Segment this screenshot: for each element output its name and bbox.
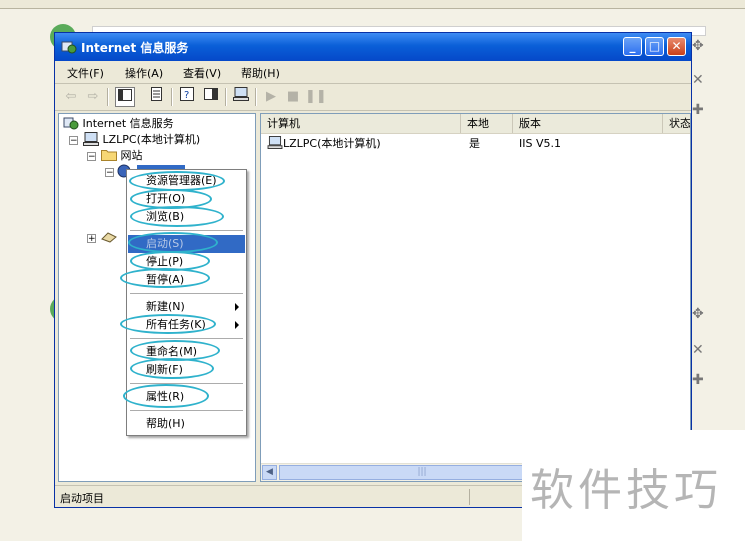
scroll-left-icon[interactable]: ◀: [262, 465, 277, 480]
collapse-icon[interactable]: −: [69, 136, 78, 146]
tree-root-label: Internet 信息服务: [82, 117, 174, 130]
show-tree-icon[interactable]: [115, 87, 135, 107]
row-version-cell: IIS V5.1: [519, 137, 561, 150]
export-list-icon[interactable]: [147, 87, 167, 107]
menu-item-pause[interactable]: 暂停(A): [128, 271, 245, 289]
forward-arrow-icon[interactable]: ⇨: [83, 87, 103, 107]
submenu-arrow-icon: [235, 303, 239, 311]
plus-icon[interactable]: ✚: [692, 372, 704, 388]
list-header: 计算机 本地 版本 状态: [261, 114, 690, 134]
browser-bookmark-strip: [0, 0, 745, 9]
collapse-icon[interactable]: −: [105, 168, 114, 178]
title-bar[interactable]: Internet 信息服务 _ □ ✕: [55, 33, 691, 61]
menu-action[interactable]: 操作(A): [125, 65, 163, 81]
tree-item-smtp[interactable]: [101, 230, 117, 246]
row-computer-label: LZLPC(本地计算机): [283, 137, 381, 150]
menu-view[interactable]: 查看(V): [183, 65, 221, 81]
context-menu: 资源管理器(E) 打开(O) 浏览(B) 启动(S) 停止(P) 暂停(A) 新…: [126, 169, 247, 436]
move-handle-icon[interactable]: ✥: [692, 306, 704, 322]
column-header-local[interactable]: 本地: [461, 114, 513, 133]
watermark-text: 软件技巧: [530, 465, 722, 516]
back-arrow-icon[interactable]: ⇦: [61, 87, 81, 107]
console-view-icon[interactable]: [201, 87, 221, 107]
column-header-status[interactable]: 状态: [663, 114, 690, 133]
menu-item-open[interactable]: 打开(O): [128, 190, 245, 208]
maximize-icon: □: [648, 39, 661, 53]
menu-item-properties[interactable]: 属性(R): [128, 388, 245, 406]
close-button[interactable]: ✕: [667, 37, 686, 56]
row-computer-cell: LZLPC(本地计算机): [267, 136, 381, 152]
column-header-computer[interactable]: 计算机: [261, 114, 461, 133]
menu-item-stop[interactable]: 停止(P): [128, 253, 245, 271]
computer-icon[interactable]: [231, 87, 251, 107]
close-icon: ✕: [671, 39, 682, 53]
submenu-arrow-icon: [235, 321, 239, 329]
close-icon[interactable]: ✕: [692, 342, 704, 358]
mail-service-icon: [101, 232, 117, 243]
collapse-icon[interactable]: −: [87, 152, 96, 162]
plus-icon[interactable]: ✚: [692, 102, 704, 118]
row-local-cell: 是: [469, 137, 480, 150]
menu-file[interactable]: 文件(F): [67, 65, 104, 81]
iis-app-icon: [61, 41, 77, 54]
menu-item-new[interactable]: 新建(N): [128, 298, 245, 316]
menu-item-start[interactable]: 启动(S): [128, 235, 245, 253]
tree-computer-label: LZLPC(本地计算机): [102, 133, 201, 146]
iis-icon: [63, 117, 79, 130]
maximize-button[interactable]: □: [645, 37, 664, 56]
menu-item-explore[interactable]: 资源管理器(E): [128, 172, 245, 190]
start-icon[interactable]: ▶: [261, 87, 281, 107]
menu-item-rename[interactable]: 重命名(M): [128, 343, 245, 361]
properties-icon[interactable]: ?: [177, 87, 197, 107]
menu-item-help[interactable]: 帮助(H): [128, 415, 245, 433]
svg-text:?: ?: [184, 90, 189, 101]
table-row[interactable]: LZLPC(本地计算机) 是 IIS V5.1: [261, 136, 690, 152]
menu-item-refresh[interactable]: 刷新(F): [128, 361, 245, 379]
pause-icon[interactable]: ❚❚: [305, 87, 327, 107]
details-pane: 计算机 本地 版本 状态 LZLPC(本地计算机) 是 IIS V5.1 ◀ |…: [260, 113, 691, 482]
expand-icon[interactable]: +: [87, 234, 96, 244]
watermark: 软件技巧: [522, 430, 745, 541]
menu-bar: 文件(F) 操作(A) 查看(V) 帮助(H): [55, 61, 691, 84]
window-title: Internet 信息服务: [81, 41, 189, 55]
menu-help[interactable]: 帮助(H): [241, 65, 280, 81]
tree-websites-label: 网站: [120, 149, 143, 162]
tree-item-computer[interactable]: LZLPC(本地计算机): [83, 132, 200, 148]
menu-item-all-tasks[interactable]: 所有任务(K): [128, 316, 245, 334]
menu-item-browse[interactable]: 浏览(B): [128, 208, 245, 226]
stop-icon[interactable]: ■: [283, 87, 303, 107]
toolbar: ⇦ ⇨ ? ▶ ■ ❚❚: [55, 84, 691, 111]
folder-icon: [101, 150, 117, 161]
status-text: 启动项目: [60, 492, 104, 505]
close-icon[interactable]: ✕: [692, 72, 704, 88]
column-header-version[interactable]: 版本: [513, 114, 663, 133]
move-handle-icon[interactable]: ✥: [692, 38, 704, 54]
computer-icon: [267, 136, 283, 149]
tree-item-websites[interactable]: 网站: [101, 148, 143, 164]
minimize-button[interactable]: _: [623, 37, 642, 56]
minimize-icon: _: [629, 39, 636, 53]
tree-root[interactable]: Internet 信息服务: [63, 116, 174, 132]
computer-icon: [83, 132, 99, 146]
